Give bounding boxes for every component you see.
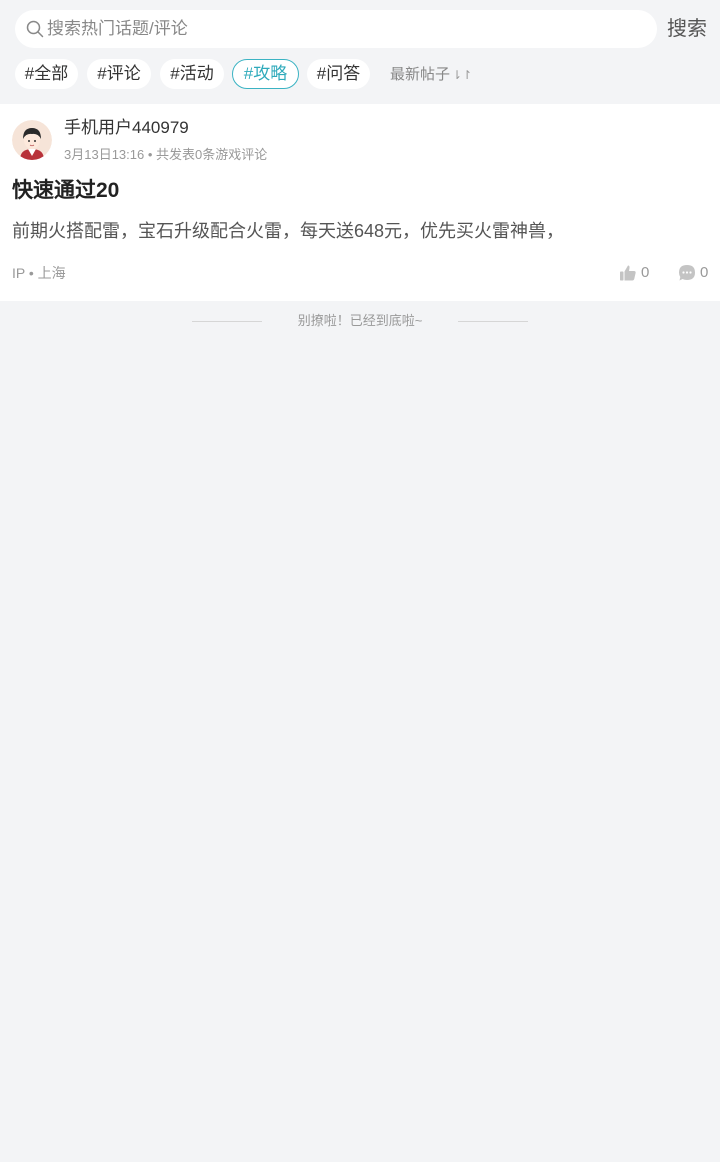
meta-separator: •	[147, 147, 157, 162]
username[interactable]: 手机用户440979	[64, 118, 189, 138]
post-meta: 3月13日13:16 • 共发表0条游戏评论	[64, 146, 267, 164]
post-title[interactable]: 快速通过20	[12, 178, 119, 204]
search-box[interactable]	[15, 10, 657, 48]
tag-activity[interactable]: #活动	[160, 59, 224, 89]
sort-arrows-icon: ⇂↾	[452, 68, 473, 82]
sort-label: 最新帖子	[390, 66, 451, 83]
tag-all[interactable]: #全部	[15, 59, 78, 89]
like-count: 0	[641, 264, 650, 281]
header: 搜索 #全部 #评论 #活动 #攻略 #问答 最新帖子⇂↾	[0, 0, 720, 104]
tag-guide[interactable]: #攻略	[232, 59, 299, 89]
end-of-list-message: 别撩啦！已经到底啦~	[297, 313, 423, 328]
ip-location: IP • 上海	[12, 263, 66, 283]
user-avatar-icon	[12, 120, 52, 160]
review-count: 共发表0条游戏评论	[156, 147, 268, 162]
comment-count: 0	[700, 264, 709, 281]
avatar[interactable]	[12, 120, 52, 160]
tag-review[interactable]: #评论	[87, 59, 151, 89]
location-text: 上海	[37, 265, 66, 281]
post-card[interactable]: 手机用户440979 3月13日13:16 • 共发表0条游戏评论 快速通过20…	[0, 104, 720, 301]
search-button[interactable]: 搜索	[667, 16, 707, 42]
search-input[interactable]	[47, 10, 627, 48]
comment-bubble-icon	[679, 265, 695, 281]
search-icon	[26, 20, 44, 38]
post-date: 3月13日13:16	[64, 147, 145, 162]
ip-separator: •	[28, 265, 38, 281]
tag-qa[interactable]: #问答	[307, 59, 370, 89]
ip-label: IP	[12, 265, 25, 281]
thumbs-up-icon	[620, 265, 636, 281]
footer-divider-right	[458, 321, 528, 322]
post-content[interactable]: 前期火搭配雷，宝石升级配合火雷，每天送648元，优先买火雷神兽，	[12, 218, 564, 244]
sort-dropdown[interactable]: 最新帖子 ⇂↾	[390, 65, 472, 85]
